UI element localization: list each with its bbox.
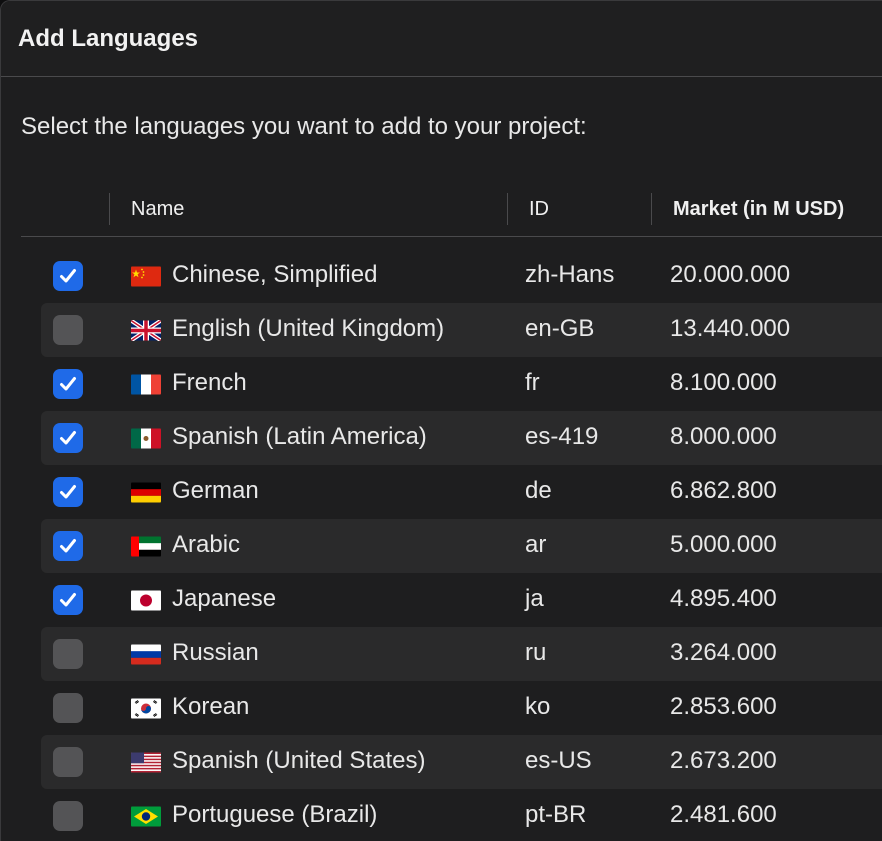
market-value: 6.862.800 [670, 477, 777, 504]
language-name: German [172, 477, 259, 504]
table-row[interactable]: Arabic ar 5.000.000 [41, 519, 882, 573]
china-flag-icon [131, 266, 161, 287]
language-name: Korean [172, 693, 250, 720]
language-id: de [525, 477, 552, 504]
market-value: 8.100.000 [670, 369, 777, 396]
market-value: 2.673.200 [670, 747, 777, 774]
market-value: 4.895.400 [670, 585, 777, 612]
market-value: 8.000.000 [670, 423, 777, 450]
checkbox-checked[interactable] [53, 531, 83, 561]
table-row[interactable]: Russian ru 3.264.000 [41, 627, 882, 681]
language-id: ru [525, 639, 547, 666]
mexico-flag-icon [131, 428, 161, 449]
dialog-title: Add Languages [18, 25, 199, 52]
market-value: 13.440.000 [670, 315, 791, 342]
language-id: es-US [525, 747, 592, 774]
column-separator[interactable] [507, 193, 508, 225]
japan-flag-icon [131, 590, 161, 611]
language-name: Arabic [172, 531, 241, 558]
uae-flag-icon [131, 536, 161, 557]
languages-table-body: Chinese, Simplified zh-Hans 20.000.000 Engl… [41, 249, 882, 841]
column-header-id[interactable]: ID [529, 198, 549, 221]
language-name: English (United Kingdom) [172, 315, 445, 342]
language-name: Russian [172, 639, 259, 666]
checkbox-unchecked[interactable] [53, 693, 83, 723]
market-value: 2.481.600 [670, 801, 777, 828]
checkmark-icon [57, 589, 79, 611]
checkbox-checked[interactable] [53, 369, 83, 399]
column-separator[interactable] [651, 193, 652, 225]
market-value: 2.853.600 [670, 693, 777, 720]
market-value: 20.000.000 [670, 261, 791, 288]
checkmark-icon [57, 427, 79, 449]
table-row[interactable]: Korean ko 2.853.600 [41, 681, 882, 735]
language-id: zh-Hans [525, 261, 615, 288]
checkbox-checked[interactable] [53, 261, 83, 291]
table-row[interactable]: Spanish (United States) es-US 2.673.200 [41, 735, 882, 789]
checkmark-icon [57, 535, 79, 557]
brazil-flag-icon [131, 806, 161, 827]
language-id: ja [525, 585, 544, 612]
checkmark-icon [57, 481, 79, 503]
checkbox-checked[interactable] [53, 423, 83, 453]
language-name: French [172, 369, 247, 396]
united-kingdom-flag-icon [131, 320, 161, 341]
checkbox-unchecked[interactable] [53, 801, 83, 831]
checkbox-checked[interactable] [53, 477, 83, 507]
add-languages-dialog: Add Languages Select the languages you w… [0, 0, 882, 841]
table-header: Name ID Market (in M USD) [21, 191, 882, 237]
russia-flag-icon [131, 644, 161, 665]
table-row[interactable]: English (United Kingdom) en-GB 13.440.000 [41, 303, 882, 357]
instruction-text: Select the languages you want to add to … [21, 113, 587, 140]
table-row[interactable]: Spanish (Latin America) es-419 8.000.000 [41, 411, 882, 465]
language-id: ko [525, 693, 551, 720]
language-name: Japanese [172, 585, 277, 612]
checkbox-checked[interactable] [53, 585, 83, 615]
checkmark-icon [57, 265, 79, 287]
checkmark-icon [57, 373, 79, 395]
language-id: pt-BR [525, 801, 587, 828]
language-name: Portuguese (Brazil) [172, 801, 378, 828]
market-value: 5.000.000 [670, 531, 777, 558]
language-name: Spanish (Latin America) [172, 423, 427, 450]
language-name: Spanish (United States) [172, 747, 426, 774]
language-id: ar [525, 531, 547, 558]
dialog-title-bar: Add Languages [1, 1, 882, 77]
table-row[interactable]: Portuguese (Brazil) pt-BR 2.481.600 [41, 789, 882, 841]
table-row[interactable]: German de 6.862.800 [41, 465, 882, 519]
checkbox-unchecked[interactable] [53, 315, 83, 345]
france-flag-icon [131, 374, 161, 395]
column-header-name[interactable]: Name [131, 198, 184, 221]
united-states-flag-icon [131, 752, 161, 773]
checkbox-unchecked[interactable] [53, 747, 83, 777]
table-row[interactable]: Chinese, Simplified zh-Hans 20.000.000 [41, 249, 882, 303]
language-id: en-GB [525, 315, 595, 342]
column-header-market[interactable]: Market (in M USD) [673, 198, 844, 221]
language-name: Chinese, Simplified [172, 261, 378, 288]
germany-flag-icon [131, 482, 161, 503]
language-id: fr [525, 369, 540, 396]
market-value: 3.264.000 [670, 639, 777, 666]
language-id: es-419 [525, 423, 599, 450]
south-korea-flag-icon [131, 698, 161, 719]
column-separator[interactable] [109, 193, 110, 225]
table-row[interactable]: French fr 8.100.000 [41, 357, 882, 411]
table-row[interactable]: Japanese ja 4.895.400 [41, 573, 882, 627]
checkbox-unchecked[interactable] [53, 639, 83, 669]
